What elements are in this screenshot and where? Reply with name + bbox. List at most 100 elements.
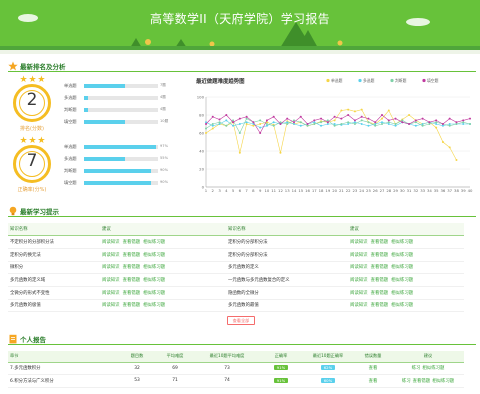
advice-link[interactable]: 相似练习题 bbox=[422, 366, 444, 371]
bulb-icon bbox=[9, 206, 17, 216]
bar-fill bbox=[84, 157, 125, 161]
similar-exercises-link[interactable]: 相似练习题 bbox=[143, 253, 165, 258]
y-tick-label: 80 bbox=[199, 112, 204, 117]
x-tick-label: 10 bbox=[265, 188, 270, 193]
read-knowledge-link[interactable]: 阅读知识 bbox=[350, 291, 368, 296]
data-point-1 bbox=[320, 124, 323, 127]
data-point-1 bbox=[347, 123, 350, 125]
data-point-3 bbox=[299, 115, 302, 118]
read-knowledge-link[interactable]: 阅读知识 bbox=[102, 265, 120, 270]
view-mistakes-link[interactable]: 查看错题 bbox=[123, 278, 141, 283]
tips-row: 多元函数的定义域 阅读知识 查看错题 相似练习题 一元函数与多元函数复合的定义 阅读知识查… bbox=[8, 273, 464, 287]
data-point-3 bbox=[326, 121, 329, 124]
view-wrong-link[interactable]: 查看 bbox=[369, 366, 378, 371]
advice-link[interactable]: 练习 bbox=[402, 379, 411, 384]
data-point-1 bbox=[353, 121, 356, 124]
data-point-3 bbox=[320, 117, 323, 120]
read-knowledge-link[interactable]: 阅读知识 bbox=[102, 240, 120, 245]
read-knowledge-link[interactable]: 阅读知识 bbox=[350, 278, 368, 283]
view-wrong-link[interactable]: 查看 bbox=[369, 379, 378, 384]
recent-accuracy-badge: 62% bbox=[320, 365, 336, 371]
advice-links: 阅读知识 查看错题 相似练习题 bbox=[348, 273, 464, 287]
similar-exercises-link[interactable]: 相似练习题 bbox=[143, 303, 165, 308]
view-mistakes-link[interactable]: 查看错题 bbox=[371, 253, 389, 258]
view-mistakes-link[interactable]: 查看错题 bbox=[123, 303, 141, 308]
data-point-3 bbox=[218, 118, 221, 121]
data-point-3 bbox=[469, 117, 471, 120]
x-tick-label: 30 bbox=[400, 188, 405, 193]
view-mistakes-link[interactable]: 查看错题 bbox=[371, 265, 389, 270]
data-point-1 bbox=[441, 124, 444, 127]
similar-exercises-link[interactable]: 相似练习题 bbox=[391, 265, 413, 270]
view-mistakes-link[interactable]: 查看错题 bbox=[371, 240, 389, 245]
read-knowledge-link[interactable]: 阅读知识 bbox=[350, 253, 368, 258]
similar-exercises-link[interactable]: 相似练习题 bbox=[391, 253, 413, 258]
data-point-3 bbox=[333, 115, 336, 118]
view-mistakes-link[interactable]: 查看错题 bbox=[123, 291, 141, 296]
data-point-2 bbox=[211, 123, 214, 125]
read-knowledge-link[interactable]: 阅读知识 bbox=[102, 291, 120, 296]
read-knowledge-link[interactable]: 阅读知识 bbox=[350, 303, 368, 308]
similar-exercises-link[interactable]: 相似练习题 bbox=[143, 278, 165, 283]
ranking-section-header: 最新排名及分析 bbox=[0, 60, 480, 72]
view-mistakes-link[interactable]: 查看错题 bbox=[371, 303, 389, 308]
similar-exercises-link[interactable]: 相似练习题 bbox=[391, 278, 413, 283]
knowledge-name: 不定积分的分部积分法 bbox=[8, 235, 100, 249]
advice-cell: 练习 查看错题 相似练习题 bbox=[392, 374, 464, 388]
data-point-2 bbox=[455, 123, 458, 125]
similar-exercises-link[interactable]: 相似练习题 bbox=[391, 303, 413, 308]
view-all-button[interactable]: 查看全部 bbox=[227, 316, 255, 325]
y-tick-label: 100 bbox=[197, 94, 205, 99]
data-point-2 bbox=[313, 123, 316, 125]
x-tick-label: 37 bbox=[447, 188, 452, 193]
data-point-3 bbox=[205, 123, 207, 125]
similar-exercises-link[interactable]: 相似练习题 bbox=[391, 240, 413, 245]
data-point-3 bbox=[462, 119, 465, 122]
read-knowledge-link[interactable]: 阅读知识 bbox=[102, 278, 120, 283]
accuracy-medal: ★ ★ ★ 7 正确率(分%) bbox=[6, 136, 58, 197]
bar-track bbox=[84, 120, 158, 124]
view-mistakes-link[interactable]: 查看错题 bbox=[371, 291, 389, 296]
view-mistakes-link[interactable]: 查看错题 bbox=[123, 265, 141, 270]
col-count: 题目数 bbox=[118, 351, 156, 363]
bar-value: 90% bbox=[160, 168, 168, 172]
data-point-3 bbox=[347, 114, 350, 116]
x-tick-label: 19 bbox=[325, 188, 330, 193]
data-point-0 bbox=[408, 114, 411, 116]
data-point-1 bbox=[293, 123, 295, 125]
chapter-name: 7.多元函数积分 bbox=[8, 362, 118, 375]
data-point-3 bbox=[245, 115, 248, 118]
data-point-2 bbox=[320, 121, 323, 124]
bar-track bbox=[84, 108, 158, 112]
view-mistakes-link[interactable]: 查看错题 bbox=[123, 240, 141, 245]
similar-exercises-link[interactable]: 相似练习题 bbox=[391, 291, 413, 296]
data-point-2 bbox=[265, 123, 268, 125]
advice-links: 阅读知识 查看错题 相似练习题 bbox=[100, 299, 226, 313]
similar-exercises-link[interactable]: 相似练习题 bbox=[143, 291, 165, 296]
advice-link[interactable]: 练习 bbox=[412, 366, 421, 371]
x-tick-label: 2 bbox=[212, 188, 215, 193]
col-advice: 建议 bbox=[392, 351, 464, 363]
x-tick-label: 6 bbox=[239, 188, 242, 193]
view-mistakes-link[interactable]: 查看错题 bbox=[371, 278, 389, 283]
advice-link[interactable]: 查看错题 bbox=[413, 379, 431, 384]
tips-col-knowledge: 知识名称 bbox=[226, 223, 348, 237]
read-knowledge-link[interactable]: 阅读知识 bbox=[350, 240, 368, 245]
advice-links: 阅读知识 查看错题 相似练习题 bbox=[100, 273, 226, 287]
similar-exercises-link[interactable]: 相似练习题 bbox=[143, 265, 165, 270]
tips-row: 多元函数的极值 阅读知识 查看错题 相似练习题 多元函数的最值 阅读知识 查看错题 相似练习题 bbox=[8, 299, 464, 313]
similar-exercises-link[interactable]: 相似练习题 bbox=[143, 240, 165, 245]
advice-links: 阅读知识 查看错题 相似练习题 bbox=[100, 261, 226, 275]
data-point-3 bbox=[313, 119, 316, 122]
bar-label: 判断题 bbox=[64, 168, 77, 173]
view-mistakes-link[interactable]: 查看错题 bbox=[123, 253, 141, 258]
read-knowledge-link[interactable]: 阅读知识 bbox=[102, 303, 120, 308]
read-knowledge-link[interactable]: 阅读知识 bbox=[350, 265, 368, 270]
bar-value: 4题 bbox=[160, 107, 166, 111]
data-point-2 bbox=[421, 124, 424, 127]
data-point-3 bbox=[306, 123, 309, 125]
data-point-1 bbox=[313, 121, 316, 124]
advice-link[interactable]: 相似练习题 bbox=[432, 379, 454, 384]
data-point-1 bbox=[225, 119, 228, 122]
read-knowledge-link[interactable]: 阅读知识 bbox=[102, 253, 120, 258]
